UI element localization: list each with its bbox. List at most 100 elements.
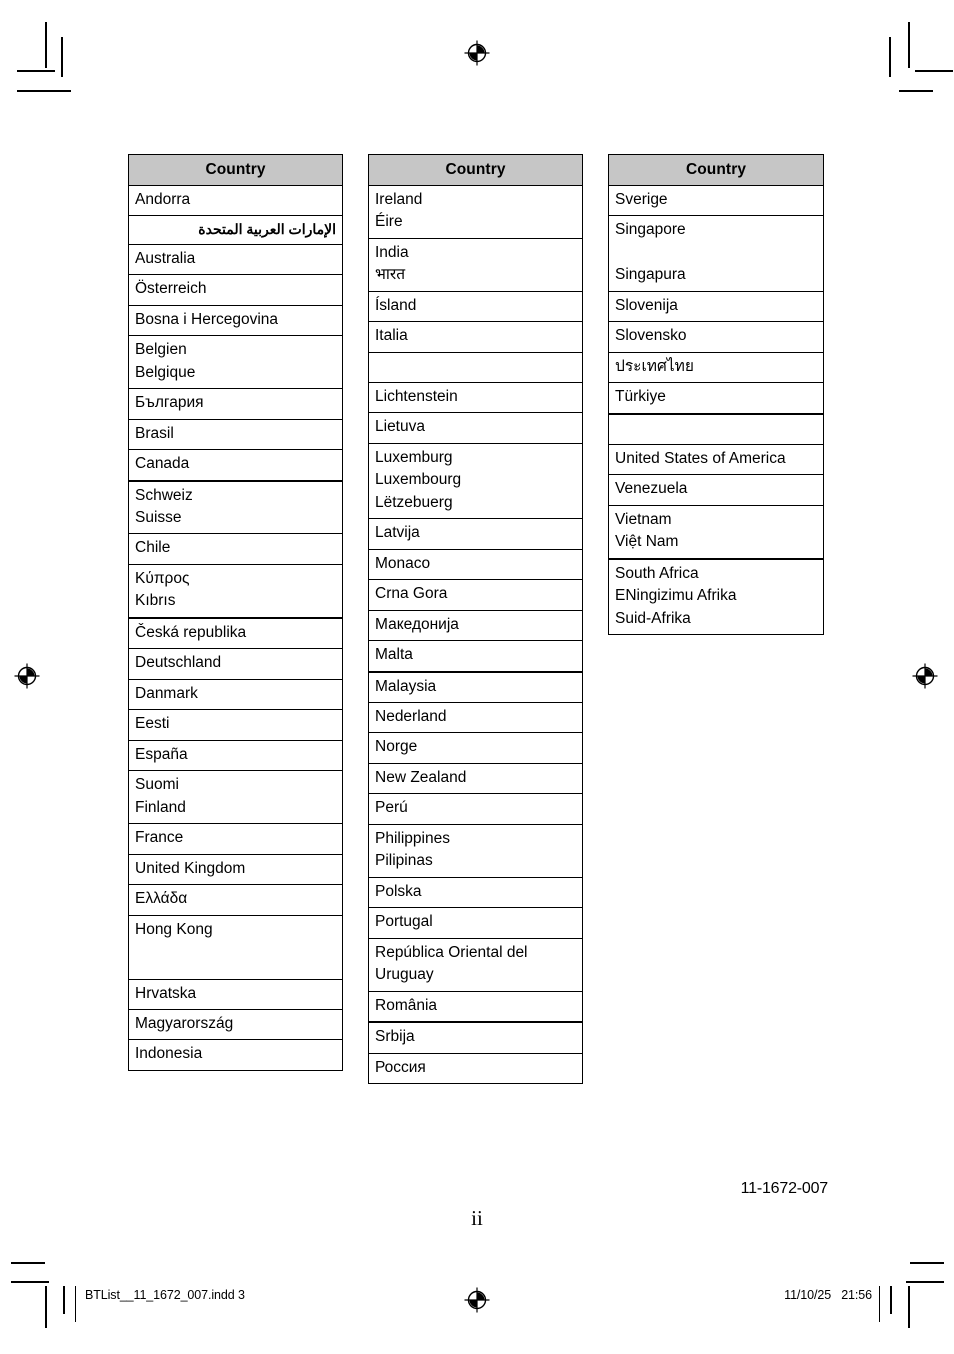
table-row: Latvija xyxy=(368,518,583,550)
slug-filename: BTList__11_1672_007.indd 3 xyxy=(85,1288,245,1302)
table-row: United States of America xyxy=(608,443,824,475)
table-row: Indonesia xyxy=(128,1039,343,1071)
country-cell: ประเทศไทย xyxy=(608,351,824,383)
table-row: Ireland Éire xyxy=(368,185,583,239)
table-row: Singapore Singapura xyxy=(608,215,824,292)
country-cell: Schweiz Suisse xyxy=(128,479,343,534)
table-row: Norge xyxy=(368,732,583,764)
table-row: Schweiz Suisse xyxy=(128,479,343,534)
table-row: Brasil xyxy=(128,418,343,450)
crop-mark-top-right-vertical-outer xyxy=(908,22,910,68)
country-cell: Monaco xyxy=(368,548,583,580)
table-row: Australia xyxy=(128,243,343,275)
country-cell: Россия xyxy=(368,1052,583,1084)
table-row: Lichtenstein xyxy=(368,381,583,413)
table-row: Deutschland xyxy=(128,648,343,680)
table-row: Monaco xyxy=(368,548,583,580)
country-cell: Македонија xyxy=(368,609,583,641)
country-cell: France xyxy=(128,823,343,855)
table-row: Ísland xyxy=(368,290,583,322)
country-cell: Malaysia xyxy=(368,670,583,703)
crop-mark-top-right-vertical-inner xyxy=(889,37,891,77)
crop-mark-bottom-right-vertical-outer xyxy=(890,1286,892,1314)
table-row: Eesti xyxy=(128,709,343,741)
country-cell: Türkiye xyxy=(608,382,824,414)
table-row: Österreich xyxy=(128,274,343,306)
crop-mark-bottom-left-horizontal-inner xyxy=(11,1281,49,1283)
table-row: Venezuela xyxy=(608,474,824,506)
country-cell: Perú xyxy=(368,793,583,825)
table-row xyxy=(608,412,824,445)
table-row: France xyxy=(128,823,343,855)
table-row: Malaysia xyxy=(368,670,583,703)
table-row: Slovensko xyxy=(608,321,824,353)
country-cell: Ireland Éire xyxy=(368,185,583,239)
crop-mark-top-left-horizontal-inner xyxy=(17,70,55,72)
registration-mark-bottom-icon xyxy=(464,1287,490,1313)
crop-mark-bottom-right-vertical-inner xyxy=(908,1286,910,1328)
crop-mark-bottom-right-horizontal-outer xyxy=(910,1262,944,1264)
country-cell: República Oriental del Uruguay xyxy=(368,937,583,992)
table-row: Italia xyxy=(368,321,583,353)
crop-mark-bottom-right-horizontal-inner xyxy=(906,1281,944,1283)
country-cell: Deutschland xyxy=(128,648,343,680)
slug-divider-right xyxy=(879,1286,880,1322)
table-row: Canada xyxy=(128,449,343,481)
table-row: Andorra xyxy=(128,184,343,216)
table-row: ประเทศไทย xyxy=(608,351,824,383)
table-row: República Oriental del Uruguay xyxy=(368,937,583,992)
country-cell: Chile xyxy=(128,533,343,565)
crop-mark-bottom-left-vertical-outer xyxy=(63,1286,65,1314)
country-table-column-3: Country Sverige Singapore Singapura Sloven… xyxy=(608,154,824,636)
country-cell: India भारत xyxy=(368,237,583,292)
country-cell: Österreich xyxy=(128,274,343,306)
country-cell: Australia xyxy=(128,243,343,275)
table-row: Srbija xyxy=(368,1021,583,1054)
table-row: Luxemburg Luxembourg Lëtzebuerg xyxy=(368,442,583,519)
country-cell: Vietnam Việt Nam xyxy=(608,504,824,559)
country-cell: Latvija xyxy=(368,518,583,550)
table-row: Portugal xyxy=(368,907,583,939)
country-cell: Lietuva xyxy=(368,412,583,444)
country-cell: Norge xyxy=(368,732,583,764)
crop-mark-top-left-horizontal-outer xyxy=(17,90,71,92)
country-table-header: Country xyxy=(128,154,343,186)
table-row: Philippines Pilipinas xyxy=(368,823,583,878)
table-row: Ελλάδα xyxy=(128,884,343,916)
country-cell: Malta xyxy=(368,640,583,672)
country-cell: Luxemburg Luxembourg Lëtzebuerg xyxy=(368,442,583,519)
country-table-column-2: Country Ireland Éire India भारत Ísland Ital… xyxy=(368,154,583,1085)
page-number: ii xyxy=(471,1206,483,1230)
country-cell: Indonesia xyxy=(128,1039,343,1071)
table-row: Perú xyxy=(368,793,583,825)
country-cell: United States of America xyxy=(608,443,824,475)
country-cell xyxy=(368,351,583,383)
table-row: Chile xyxy=(128,533,343,565)
table-row: Македонија xyxy=(368,609,583,641)
country-table-body: Andorra الإمارات العربية المتحدة Australia… xyxy=(128,184,343,1071)
country-cell: Brasil xyxy=(128,418,343,450)
table-row: Hrvatska xyxy=(128,978,343,1010)
country-cell: Belgien Belgique xyxy=(128,335,343,389)
country-cell: България xyxy=(128,388,343,420)
country-table-column-1: Country Andorra الإمارات العربية المتحدة A… xyxy=(128,154,343,1071)
table-row: United Kingdom xyxy=(128,853,343,885)
country-cell: Bosna i Hercegovina xyxy=(128,304,343,336)
registration-mark-right-icon xyxy=(912,663,938,689)
table-row: Malta xyxy=(368,640,583,672)
country-cell: Ísland xyxy=(368,290,583,322)
slug-datetime: 11/10/25 21:56 xyxy=(784,1288,872,1302)
table-row: Lietuva xyxy=(368,412,583,444)
table-row: Sverige xyxy=(608,184,824,216)
table-row: New Zealand xyxy=(368,762,583,794)
table-row: Polska xyxy=(368,876,583,908)
country-cell: Κύπρος Kıbrıs xyxy=(128,563,343,618)
country-cell: Danmark xyxy=(128,678,343,710)
table-row: Россия xyxy=(368,1052,583,1084)
table-row: България xyxy=(128,388,343,420)
country-cell xyxy=(608,412,824,445)
table-row: Κύπρος Kıbrıs xyxy=(128,563,343,618)
table-row: Vietnam Việt Nam xyxy=(608,504,824,559)
table-row: Türkiye xyxy=(608,382,824,414)
table-row: España xyxy=(128,739,343,771)
